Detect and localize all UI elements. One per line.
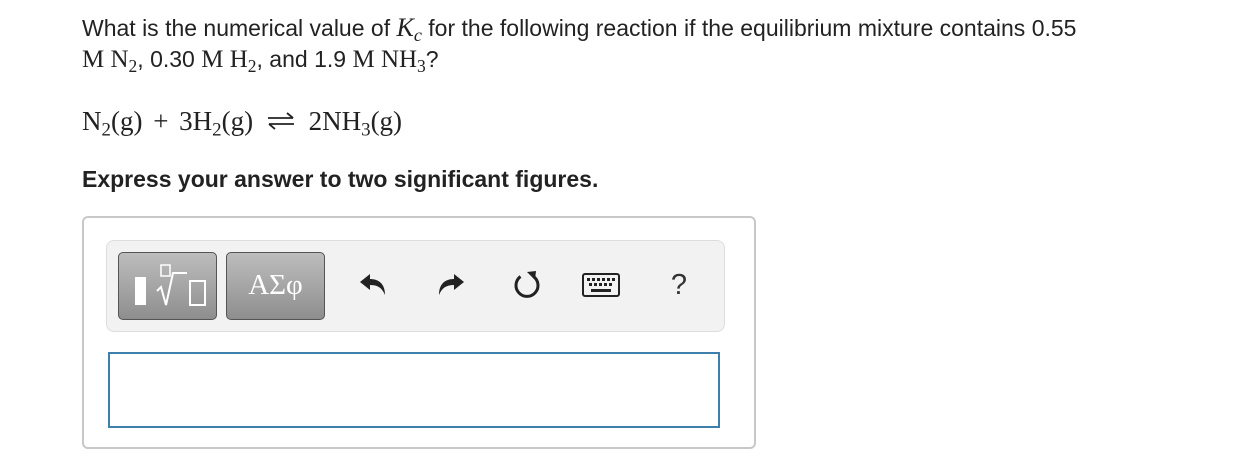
reactant-n2: N2(g): [82, 106, 143, 141]
reset-button[interactable]: [507, 265, 547, 305]
question-text: What is the numerical value of Kc for th…: [82, 12, 1222, 75]
redo-button[interactable]: [431, 265, 471, 305]
product-nh3: 2NH3(g): [308, 106, 403, 141]
nh3-concentration-unit: M NH3: [352, 46, 426, 76]
help-button[interactable]: ?: [659, 265, 699, 305]
keyboard-icon: [582, 273, 620, 297]
equilibrium-arrow-icon: [266, 106, 296, 137]
question-part-5: ?: [425, 46, 439, 72]
instruction-text: Express your answer to two significant f…: [82, 166, 599, 192]
plus-sign: +: [153, 106, 169, 136]
h2-concentration-unit: M H2: [201, 46, 257, 76]
templates-button[interactable]: [118, 252, 217, 320]
kc-symbol: Kc: [396, 13, 422, 46]
question-part-2: for the following reaction if the equili…: [421, 15, 1077, 41]
reactant-h2: 3H2(g): [179, 106, 254, 141]
question-part-4: , and 1.9: [256, 46, 353, 72]
undo-button[interactable]: [353, 265, 393, 305]
reset-icon: [514, 271, 540, 298]
question-part-1: What is the numerical value of: [82, 15, 397, 41]
question-part-3: , 0.30: [137, 46, 202, 72]
answer-panel: ΑΣφ ?: [82, 216, 756, 449]
reaction-equation: N2(g) + 3H2(g) 2NH3(g): [82, 106, 402, 141]
keyboard-button[interactable]: [581, 265, 621, 305]
math-toolbar: ΑΣφ ?: [106, 240, 725, 332]
help-icon: ?: [670, 268, 688, 301]
templates-icon: [135, 264, 206, 306]
redo-icon: [439, 274, 464, 295]
symbols-button[interactable]: ΑΣφ: [226, 252, 325, 320]
answer-input[interactable]: [108, 352, 720, 428]
n2-concentration-unit: M N2: [82, 46, 138, 76]
undo-icon: [360, 274, 385, 295]
